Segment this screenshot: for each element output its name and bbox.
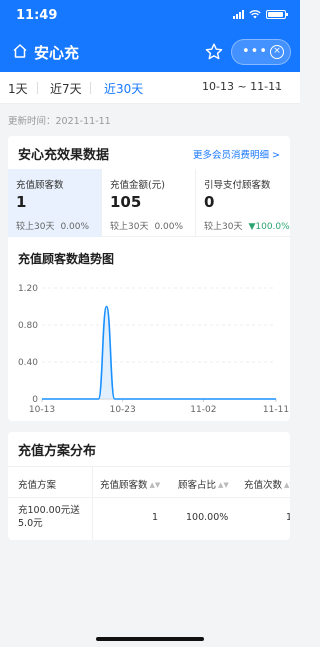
times-cell: 1 bbox=[286, 512, 290, 523]
col-ratio-label: 顾客占比 bbox=[178, 480, 217, 491]
effect-data-title: 安心充效果数据 bbox=[18, 148, 110, 163]
tab-30-days[interactable]: 近30天 bbox=[104, 80, 143, 97]
metric-label: 充值金额(元) bbox=[110, 180, 165, 191]
x-tick-label: 11-11 bbox=[263, 405, 289, 415]
sort-icon[interactable]: ▲▼ bbox=[150, 481, 161, 489]
plan-distribution-card: 充值方案分布 充值方案 充值顾客数▲▼ 顾客占比▲▼ 充值次数▲▼ 充100.0… bbox=[8, 432, 290, 540]
tab-7-days[interactable]: 近7天 bbox=[50, 80, 82, 97]
x-tick-label: 10-13 bbox=[29, 405, 55, 415]
plan-name-cell: 充100.00元送5.0元 bbox=[18, 505, 80, 529]
metric-label: 充值顾客数 bbox=[16, 180, 64, 191]
col-plan: 充值方案 bbox=[18, 480, 57, 491]
x-tick-label: 11-02 bbox=[190, 405, 216, 415]
metric-label: 引导支付顾客数 bbox=[204, 180, 271, 191]
series-area bbox=[42, 306, 276, 399]
sort-icon[interactable]: ▲▼ bbox=[218, 481, 229, 489]
compare-pct: 0.00% bbox=[60, 222, 90, 232]
table-header: 充值方案 充值顾客数▲▼ 顾客占比▲▼ 充值次数▲▼ bbox=[8, 466, 290, 498]
metric-recharge-amount[interactable]: 充值金额(元) 105 较上30天 0.00% bbox=[102, 169, 196, 237]
tab-1-day[interactable]: 1天 bbox=[8, 80, 28, 97]
metric-value: 105 bbox=[110, 193, 142, 211]
date-range-picker[interactable]: 10-13 ~ 11-11 bbox=[202, 80, 282, 93]
ratio-cell: 100.00% bbox=[186, 512, 229, 523]
period-tabs: 1天 近7天 近30天 10-13 ~ 11-11 ⌄ bbox=[0, 72, 300, 104]
metric-value: 1 bbox=[16, 193, 27, 211]
close-icon[interactable]: × bbox=[270, 45, 284, 59]
col-customers-label: 充值顾客数 bbox=[100, 480, 148, 491]
status-time: 11:49 bbox=[16, 8, 58, 23]
home-indicator bbox=[96, 637, 204, 641]
y-tick-label: 0.40 bbox=[18, 358, 38, 368]
y-tick-label: 1.20 bbox=[18, 284, 38, 294]
col-times[interactable]: 充值次数▲▼ bbox=[244, 477, 290, 491]
col-ratio[interactable]: 顾客占比 ▲▼ bbox=[178, 477, 229, 491]
metric-value: 0 bbox=[204, 193, 215, 211]
tab-divider bbox=[37, 82, 38, 94]
compare-label: 较上30天 bbox=[16, 222, 55, 232]
trend-chart: 0 0.40 0.80 1.20 10-13 10-23 11-02 11-11 bbox=[18, 284, 289, 415]
metric-recharge-customers[interactable]: 充值顾客数 1 较上30天 0.00% bbox=[8, 169, 102, 237]
col-times-label: 充值次数 bbox=[244, 480, 283, 491]
updated-time: 更新时间：2021-11-11 bbox=[8, 116, 111, 127]
trend-chart-title: 充值顾客数趋势图 bbox=[18, 252, 115, 266]
title-bar: 安心充 ••• × bbox=[0, 36, 300, 68]
y-tick-label: 0 bbox=[32, 395, 38, 405]
app-header: 11:49 安心充 ••• × bbox=[0, 0, 300, 72]
more-options-icon[interactable]: ••• bbox=[242, 45, 268, 59]
compare-pct: ▼100.0% bbox=[248, 222, 290, 232]
sort-icon[interactable]: ▲▼ bbox=[284, 481, 290, 489]
y-tick-label: 0.80 bbox=[18, 321, 38, 331]
compare-label: 较上30天 bbox=[204, 222, 243, 232]
metric-compare: 较上30天 ▼100.0% bbox=[204, 219, 290, 232]
status-bar: 11:49 bbox=[0, 0, 300, 32]
metric-compare: 较上30天 0.00% bbox=[110, 219, 183, 232]
plan-distribution-title: 充值方案分布 bbox=[18, 444, 97, 459]
home-icon[interactable] bbox=[12, 43, 28, 59]
miniapp-capsule: ••• × bbox=[231, 39, 291, 65]
status-icons bbox=[233, 10, 288, 19]
effect-data-card: 安心充效果数据 更多会员消费明细 > 充值顾客数 1 较上30天 0.00% 充值… bbox=[8, 136, 290, 421]
wifi-icon bbox=[249, 10, 261, 19]
chevron-down-icon[interactable]: ⌄ bbox=[273, 81, 281, 92]
app-title: 安心充 bbox=[34, 44, 80, 62]
metric-compare: 较上30天 0.00% bbox=[16, 219, 89, 232]
battery-icon bbox=[266, 10, 288, 19]
favorite-star-icon[interactable] bbox=[204, 42, 224, 62]
tab-divider bbox=[90, 82, 91, 94]
member-details-link[interactable]: 更多会员消费明细 > bbox=[193, 147, 280, 161]
x-tick-label: 10-23 bbox=[110, 405, 136, 415]
customers-cell: 1 bbox=[152, 512, 159, 523]
col-customers[interactable]: 充值顾客数 ▲▼ bbox=[100, 477, 160, 491]
metrics-row: 充值顾客数 1 较上30天 0.00% 充值金额(元) 105 较上30天 0.00… bbox=[8, 169, 290, 237]
cellular-signal-icon bbox=[233, 10, 244, 19]
compare-label: 较上30天 bbox=[110, 222, 149, 232]
series-line bbox=[42, 305, 276, 400]
table-row: 充100.00元送5.0元 1 100.00% 1 bbox=[8, 498, 290, 540]
compare-pct: 0.00% bbox=[154, 222, 184, 232]
metric-guided-pay-customers[interactable]: 引导支付顾客数 0 较上30天 ▼100.0% bbox=[196, 169, 290, 237]
